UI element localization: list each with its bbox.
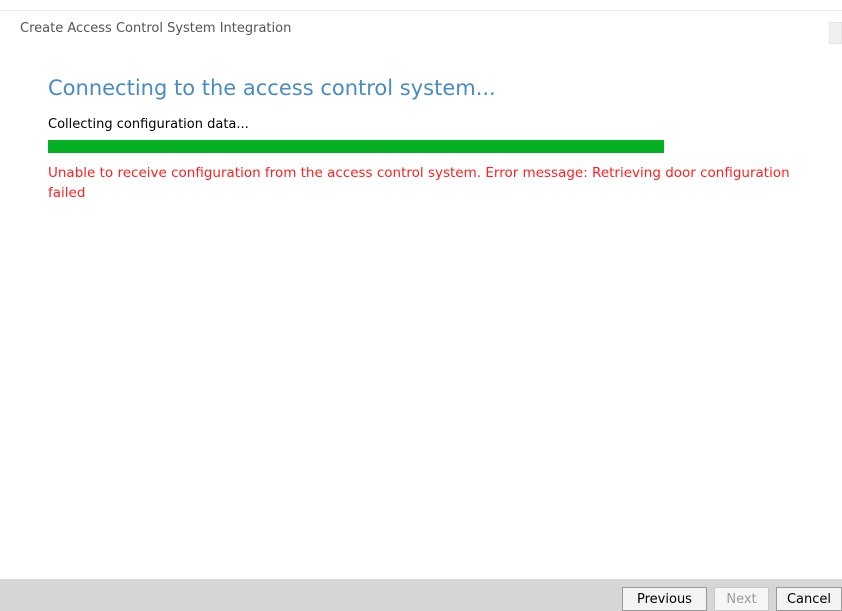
error-message: Unable to receive configuration from the… xyxy=(48,165,790,201)
cancel-button[interactable]: Cancel xyxy=(776,587,842,611)
status-label: Collecting configuration data... xyxy=(48,117,249,132)
title-bar: Create Access Control System Integration xyxy=(0,10,842,46)
page-heading: Connecting to the access control system.… xyxy=(48,76,496,100)
progress-bar xyxy=(48,140,664,153)
wizard-window: Create Access Control System Integration… xyxy=(0,0,842,611)
button-bar: Previous Next Cancel xyxy=(0,579,842,611)
close-button[interactable] xyxy=(829,22,842,44)
progress-bar-fill xyxy=(48,140,664,153)
previous-button[interactable]: Previous xyxy=(622,587,707,611)
next-button[interactable]: Next xyxy=(714,587,769,611)
window-title: Create Access Control System Integration xyxy=(20,21,292,36)
